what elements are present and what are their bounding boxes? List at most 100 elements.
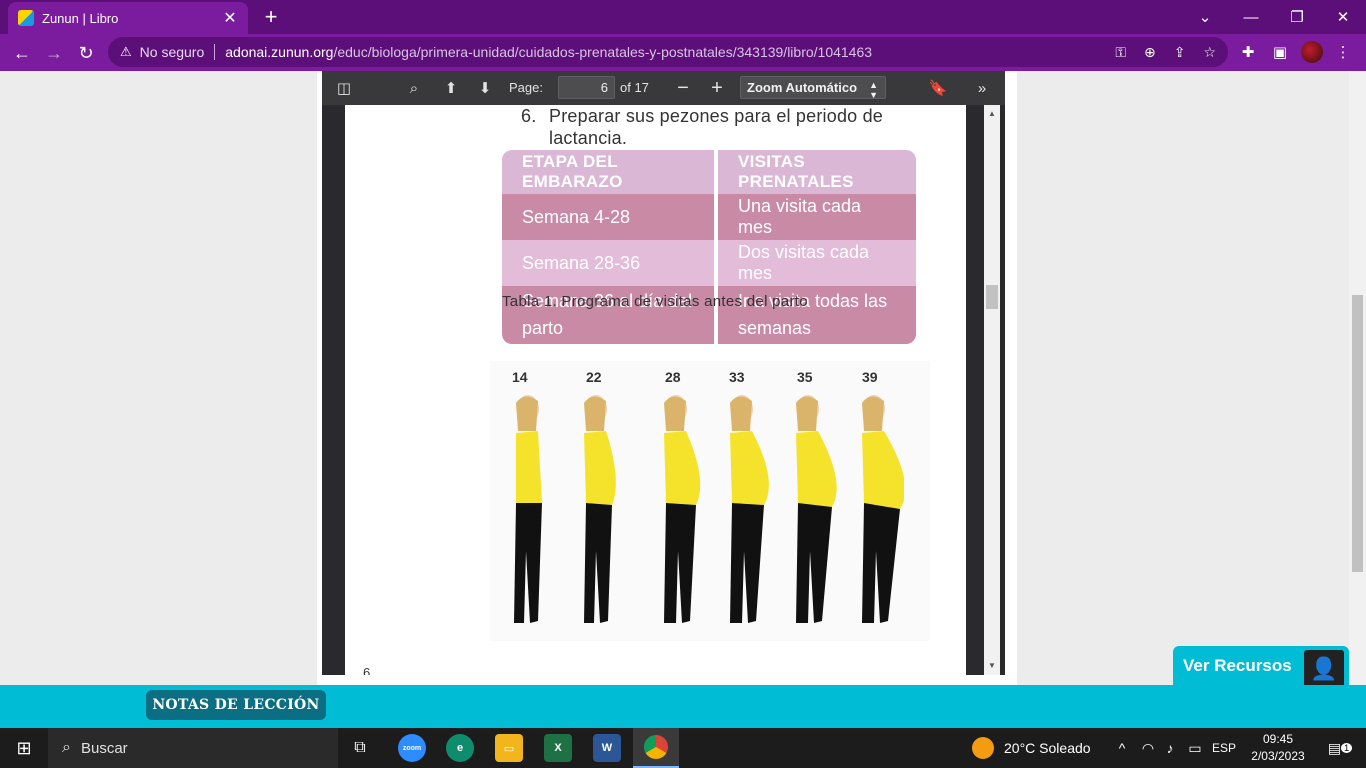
- dropdown-arrow-icon: ▲ ▼: [869, 80, 878, 100]
- sun-icon: [972, 737, 994, 759]
- zunun-favicon-icon: [18, 10, 34, 26]
- excel-app-icon[interactable]: X: [544, 734, 572, 762]
- url-path: /educ/biologa/primera-unidad/cuidados-pr…: [333, 44, 873, 60]
- bookmark-icon[interactable]: 🔖: [924, 76, 952, 100]
- warning-icon[interactable]: ⚠: [120, 44, 132, 60]
- taskbar-search[interactable]: ⌕ Buscar: [48, 728, 338, 768]
- sidebar-toggle-icon[interactable]: ◫: [330, 76, 358, 100]
- tools-icon[interactable]: »: [968, 76, 996, 100]
- chrome-icon: [644, 735, 668, 759]
- list-text: Preparar sus pezones para el periodo de …: [549, 106, 884, 148]
- page-number: 6: [363, 665, 371, 675]
- reload-icon[interactable]: ↻: [72, 39, 100, 67]
- menu-icon[interactable]: ⋮: [1331, 40, 1355, 64]
- key-icon[interactable]: ⚿: [1115, 44, 1126, 61]
- forward-arrow-icon[interactable]: →: [40, 39, 68, 67]
- search-placeholder: Buscar: [80, 739, 128, 757]
- zoom-icon[interactable]: ⊕: [1144, 44, 1156, 61]
- notification-badge: 1: [1341, 743, 1353, 753]
- pdf-viewer: ◫ ⌕ ⬆ ⬇ Page: 6 of 17 − + Zoom Automátic…: [317, 71, 1017, 685]
- week-label: 22: [586, 369, 602, 385]
- table-caption: Tabla 1. Programa de visitas antes del p…: [502, 293, 808, 310]
- page-scroll-thumb[interactable]: [1352, 295, 1363, 572]
- chrome-taskbar-button[interactable]: [633, 728, 679, 768]
- zoom-value: Zoom Automático: [747, 80, 858, 95]
- new-tab-button[interactable]: +: [258, 4, 284, 30]
- wifi-icon[interactable]: ◠: [1138, 728, 1158, 768]
- scroll-up-icon[interactable]: ▲: [987, 109, 997, 118]
- pregnant-woman-figure: [796, 395, 837, 623]
- lesson-notes-bar: NOTAS DE LECCIÓN: [0, 685, 1366, 728]
- profile-avatar[interactable]: [1301, 41, 1323, 63]
- week-label: 39: [862, 369, 878, 385]
- file-explorer-icon[interactable]: ▭: [495, 734, 523, 762]
- pregnant-woman-figure: [584, 395, 616, 623]
- pdf-scroll-thumb[interactable]: [986, 285, 998, 309]
- word-app-icon[interactable]: W: [593, 734, 621, 762]
- windows-start-icon[interactable]: ⊞: [0, 728, 48, 768]
- chevron-up-icon[interactable]: ^: [1112, 728, 1132, 768]
- taskbar: ⊞ ⌕ Buscar ⧉ zoom e ▭ X W 20°C Soleado ^…: [0, 728, 1366, 768]
- task-view-icon[interactable]: ⧉: [346, 728, 374, 768]
- language-indicator[interactable]: ESP: [1210, 728, 1238, 768]
- document-area: 6. Preparar sus pezones para el periodo …: [322, 105, 1005, 675]
- extensions-icon[interactable]: ✚: [1236, 40, 1260, 64]
- zoom-out-icon[interactable]: −: [669, 76, 697, 100]
- page-label: Page:: [509, 80, 543, 95]
- week-label: 35: [797, 369, 813, 385]
- address-bar[interactable]: ⚠ No seguro adonai.zunun.org/educ/biolog…: [108, 37, 1228, 67]
- window-close-button[interactable]: ✕: [1320, 0, 1366, 34]
- tab-title: Zunun | Libro: [42, 10, 119, 26]
- star-icon[interactable]: ☆: [1203, 44, 1216, 61]
- page-scrollbar[interactable]: [1349, 71, 1366, 728]
- table-row: Semana 4-28 Una visita cada mes: [502, 194, 916, 240]
- toolbar: ← → ↻ ⚠ No seguro adonai.zunun.org/educ/…: [0, 34, 1366, 71]
- notifications-icon[interactable]: ▤ 1: [1320, 728, 1360, 768]
- weather-widget[interactable]: 20°C Soleado: [972, 728, 1100, 768]
- pdf-scrollbar[interactable]: ▲ ▼: [984, 105, 1000, 675]
- week-label: 28: [665, 369, 681, 385]
- pdf-page: 6. Preparar sus pezones para el periodo …: [345, 105, 966, 675]
- battery-icon[interactable]: ▭: [1184, 728, 1206, 768]
- table-cell: Dos visitas cada mes: [718, 240, 916, 286]
- url-domain: adonai.zunun.org: [225, 44, 334, 60]
- pregnant-woman-figure: [514, 395, 542, 623]
- table-cell: Semana 4-28: [502, 194, 718, 240]
- security-status[interactable]: No seguro: [140, 44, 205, 60]
- ver-recursos-label: Ver Recursos: [1183, 656, 1292, 675]
- minimize-button[interactable]: —: [1228, 0, 1274, 34]
- page-number-input[interactable]: 6: [558, 76, 615, 99]
- pregnant-woman-figure: [730, 395, 769, 623]
- tab-close-icon[interactable]: ✕: [222, 8, 238, 28]
- zoom-select[interactable]: Zoom Automático ▲ ▼: [740, 76, 886, 100]
- share-icon[interactable]: ⇪: [1174, 44, 1186, 61]
- restore-button[interactable]: ❐: [1274, 0, 1320, 34]
- pregnant-woman-figure: [664, 395, 701, 623]
- list-number: 6.: [521, 106, 537, 126]
- user-resources-icon: 👤: [1304, 650, 1344, 688]
- notas-de-leccion-button[interactable]: NOTAS DE LECCIÓN: [146, 690, 326, 720]
- zoom-in-icon[interactable]: +: [703, 76, 731, 100]
- next-page-icon[interactable]: ⬇: [471, 76, 499, 100]
- previous-page-icon[interactable]: ⬆: [437, 76, 465, 100]
- volume-icon[interactable]: ♪: [1160, 728, 1180, 768]
- pregnancy-stages-figure: 14 22 28 33 35 39: [490, 361, 930, 641]
- search-icon[interactable]: ⌕: [400, 76, 428, 100]
- zoom-app-icon[interactable]: zoom: [398, 734, 426, 762]
- edge-app-icon[interactable]: e: [446, 734, 474, 762]
- ver-recursos-button[interactable]: Ver Recursos 👤: [1173, 646, 1349, 689]
- clock[interactable]: 09:45 2/03/2023: [1240, 731, 1316, 765]
- week-label: 33: [729, 369, 745, 385]
- time: 09:45: [1262, 732, 1294, 746]
- header-visits: VISITAS PRENATALES: [718, 150, 916, 194]
- back-arrow-icon[interactable]: ←: [8, 39, 36, 67]
- table-row: Semana 28-36 Dos visitas cada mes: [502, 240, 916, 286]
- visits-table: ETAPA DEL EMBARAZO VISITAS PRENATALES Se…: [502, 150, 916, 344]
- table-cell: Semana 28-36: [502, 240, 718, 286]
- scroll-down-icon[interactable]: ▼: [987, 661, 997, 670]
- pregnant-woman-figure: [862, 395, 904, 623]
- side-panel-icon[interactable]: ▣: [1268, 40, 1292, 64]
- table-header-row: ETAPA DEL EMBARAZO VISITAS PRENATALES: [502, 150, 916, 194]
- tab-search-icon[interactable]: ⌄: [1182, 0, 1228, 34]
- browser-tab[interactable]: Zunun | Libro ✕: [8, 2, 248, 34]
